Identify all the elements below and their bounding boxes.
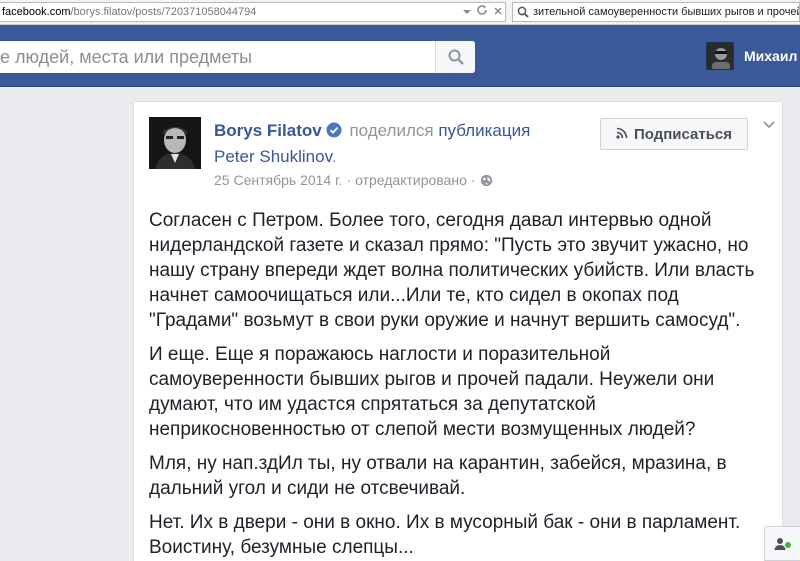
user-name: Михаил <box>744 48 798 64</box>
chat-friends-icon <box>774 538 791 550</box>
separator-dot: · <box>346 172 352 188</box>
shared-post-link[interactable]: публикация <box>438 121 530 140</box>
address-bar-tools <box>463 3 503 21</box>
rss-icon <box>616 126 628 143</box>
chat-sidebar-toggle[interactable] <box>764 526 800 561</box>
search-button[interactable] <box>435 41 475 73</box>
globe-icon[interactable] <box>480 174 492 187</box>
dropdown-arrow-icon[interactable] <box>463 3 471 21</box>
edited-label[interactable]: отредактировано <box>355 172 467 188</box>
subscribe-label: Подписаться <box>633 125 733 143</box>
facebook-search[interactable]: е людей, места или предметы <box>0 41 475 73</box>
post-meta: 25 Сентябрь 2014 г. · отредактировано · <box>214 172 492 188</box>
post-paragraph: Согласен с Петром. Более того, сегодня д… <box>149 210 755 331</box>
post-header: Borys Filatov поделился публикация Peter… <box>214 118 614 170</box>
search-input[interactable]: е людей, места или предметы <box>0 41 435 73</box>
post-card: Borys Filatov поделился публикация Peter… <box>133 101 783 561</box>
facebook-header: е людей, места или предметы Михаил <box>0 25 800 87</box>
author-avatar[interactable] <box>149 117 201 169</box>
post-body: Согласен с Петром. Более того, сегодня д… <box>149 208 769 561</box>
search-icon <box>517 6 529 18</box>
post-date[interactable]: 25 Сентябрь 2014 г. <box>214 172 342 188</box>
close-icon[interactable] <box>493 3 503 21</box>
reload-icon[interactable] <box>476 3 488 21</box>
separator-dot: · <box>470 172 476 188</box>
url-host: facebook.com <box>2 6 71 18</box>
post-paragraph: И еще. Еще я поражаюсь наглости и порази… <box>149 344 715 440</box>
address-bar[interactable]: facebook.com/borys.filatov/posts/7203710… <box>0 2 506 22</box>
browser-search-text: зительной самоуверенности бывших рыгов и… <box>533 6 800 18</box>
browser-toolbar: facebook.com/borys.filatov/posts/7203710… <box>0 0 800 25</box>
url-path: /borys.filatov/posts/720371058044794 <box>70 6 257 18</box>
author-name[interactable]: Borys Filatov <box>214 121 322 140</box>
avatar <box>706 42 734 70</box>
post-paragraph: Нет. Их в двери - они в окно. Их в мусор… <box>149 512 741 558</box>
chevron-down-icon[interactable] <box>762 118 776 132</box>
period: . <box>331 147 337 166</box>
post-paragraph: Мля, ну нап.здИл ты, ну отвали на карант… <box>149 453 727 499</box>
profile-link[interactable]: Михаил <box>706 42 797 70</box>
search-icon <box>448 49 464 65</box>
shared-text: поделился <box>349 121 434 140</box>
verified-icon <box>326 120 342 138</box>
subscribe-button[interactable]: Подписаться <box>600 118 748 150</box>
source-author-link[interactable]: Peter Shuklinov <box>214 147 332 166</box>
browser-search-box[interactable]: зительной самоуверенности бывших рыгов и… <box>512 2 800 22</box>
